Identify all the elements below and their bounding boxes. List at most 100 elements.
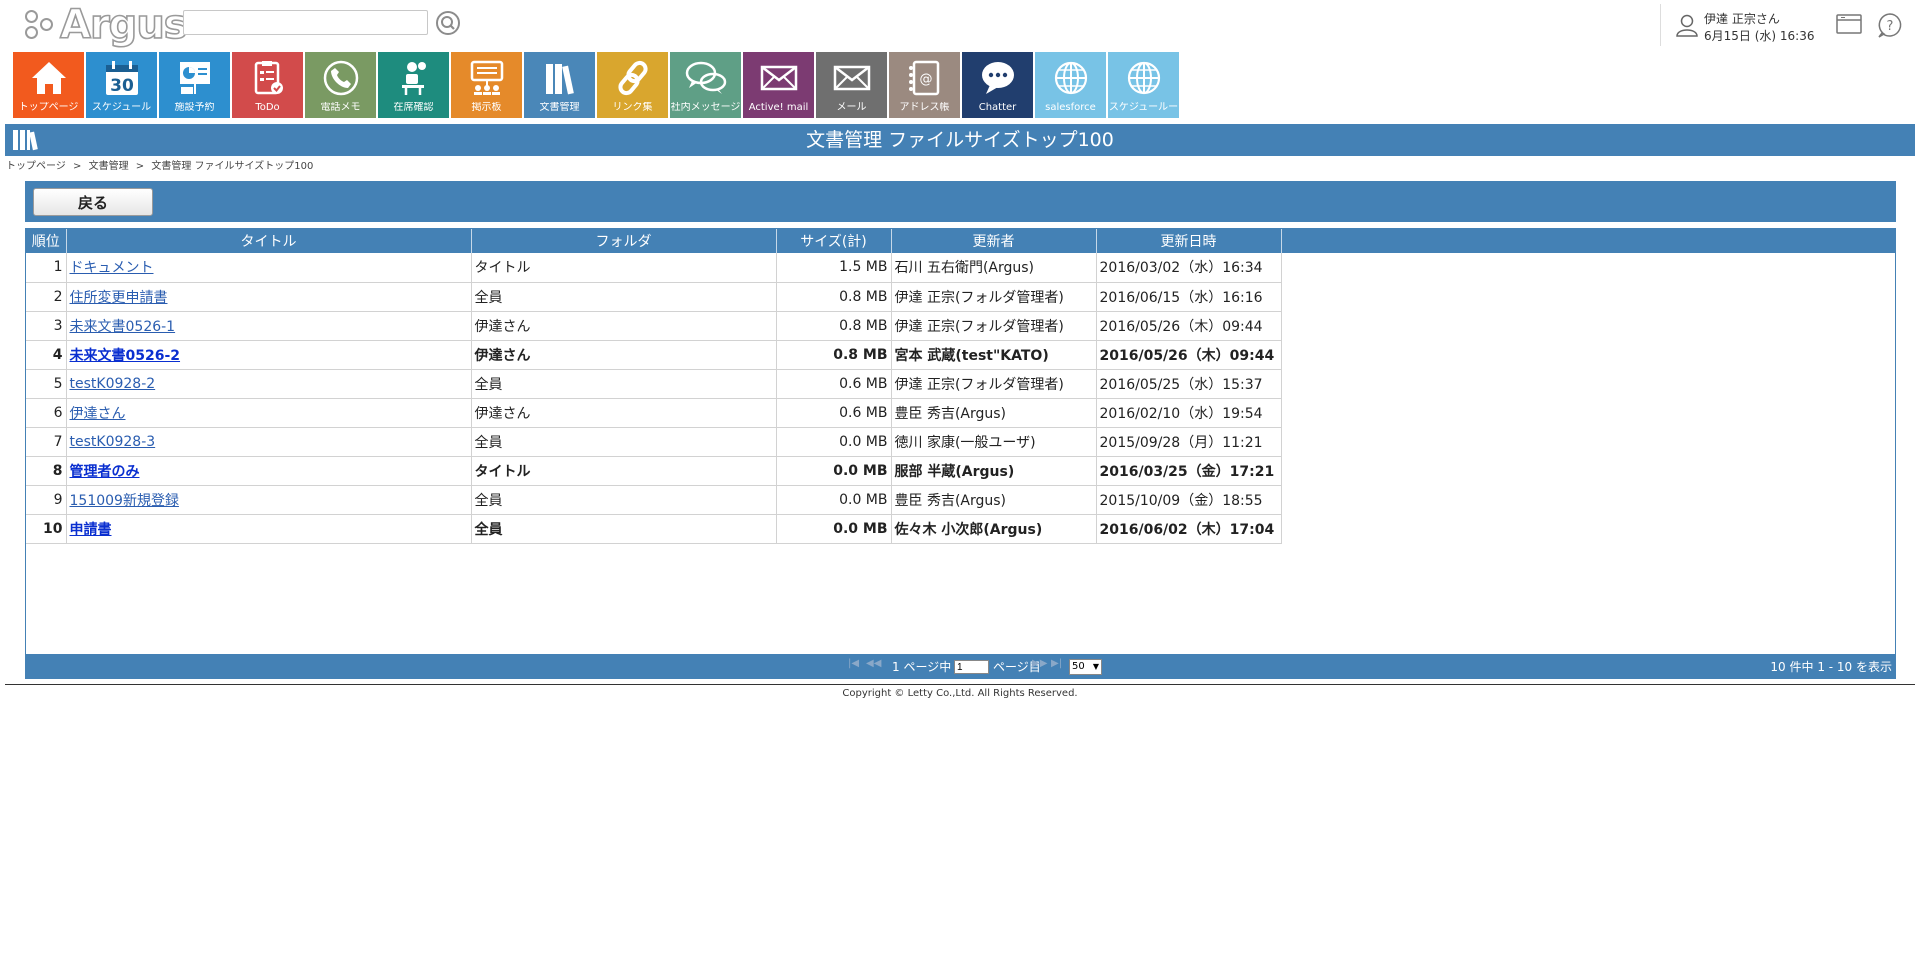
search-input[interactable] — [183, 10, 428, 35]
table-body: 1 ドキュメント タイトル 1.5 MB 石川 五右衛門(Argus) 2016/03/0… — [26, 253, 1282, 544]
app-tile[interactable]: リンク集 — [597, 52, 668, 118]
app-tile[interactable]: 在席確認 — [378, 52, 449, 118]
page-title: 文書管理 ファイルサイズトップ100 — [806, 129, 1114, 151]
app-tile[interactable]: 30 スケジュール — [86, 52, 157, 118]
cell-folder: 全員 — [471, 282, 777, 312]
document-link[interactable]: 管理者のみ — [70, 464, 140, 480]
current-datetime: 6月15日 (水) 16:36 — [1704, 29, 1815, 43]
document-link[interactable]: 申請書 — [70, 522, 112, 538]
app-tile-label: 電話メモ — [320, 102, 361, 113]
cell-updated: 2016/03/02（水）16:34 — [1096, 253, 1282, 283]
column-header-rank[interactable]: 順位 — [26, 229, 67, 253]
cell-title: testK0928-3 — [66, 427, 472, 457]
cell-updater: 石川 五右衛門(Argus) — [891, 253, 1097, 283]
breadcrumb-top[interactable]: トップページ — [6, 161, 66, 172]
presence-icon — [378, 56, 449, 100]
table-row: 7 testK0928-3 全員 0.0 MB 徳川 家康(一般ユーザ) 2015/09/… — [26, 427, 1282, 457]
cell-size: 0.0 MB — [776, 456, 892, 486]
document-link[interactable]: 住所変更申請書 — [70, 290, 168, 306]
calendar-icon: 30 — [86, 56, 157, 100]
search-icon — [436, 11, 460, 35]
column-header-updater[interactable]: 更新者 — [891, 229, 1097, 253]
search-button[interactable] — [435, 10, 463, 36]
app-tile[interactable]: 電話メモ — [305, 52, 376, 118]
app-tile[interactable]: スケジュールー — [1108, 52, 1179, 118]
chevron-down-icon: ▼ — [1092, 662, 1099, 671]
column-header-updated[interactable]: 更新日時 — [1096, 229, 1282, 253]
app-tile-label: スケジュールー — [1108, 102, 1179, 113]
app-tile[interactable]: 施設予約 — [159, 52, 230, 118]
user-info[interactable]: 伊達 正宗さん 6月15日 (水) 16:36 — [1660, 4, 1820, 46]
cell-rank: 7 — [26, 427, 67, 457]
toolbar: 戻る — [25, 181, 1896, 222]
cell-title: 伊達さん — [66, 398, 472, 428]
cell-size: 0.6 MB — [776, 369, 892, 399]
table-row: 3 未来文書0526-1 伊達さん 0.8 MB 伊達 正宗(フォルダ管理者) 2016/… — [26, 311, 1282, 341]
cell-folder: 伊達さん — [471, 340, 777, 370]
column-header-size[interactable]: サイズ(計) — [776, 229, 892, 253]
cell-title: 未来文書0526-2 — [66, 340, 472, 370]
cell-updater: 豊臣 秀吉(Argus) — [891, 398, 1097, 428]
last-page-button[interactable]: ▶| — [1051, 658, 1062, 669]
first-page-button[interactable]: |◀ — [848, 658, 859, 669]
help-icon[interactable]: ? — [1876, 11, 1904, 39]
breadcrumb-documents[interactable]: 文書管理 — [89, 161, 129, 172]
cell-updated: 2016/03/25（金）17:21 — [1096, 456, 1282, 486]
cell-folder: タイトル — [471, 253, 777, 283]
document-link[interactable]: 未来文書0526-2 — [70, 348, 181, 364]
next-page-button[interactable]: ▶▶ — [1032, 658, 1047, 669]
app-launcher: トップページ 30 スケジュール 施設予約 ToDo 電話メモ 在席確認 掲示板 文書管理 リンク… — [13, 52, 1181, 118]
page-number-input[interactable] — [954, 660, 989, 674]
page-size-select[interactable]: 50 ▼ — [1069, 659, 1102, 675]
document-link[interactable]: 151009新規登録 — [70, 493, 179, 509]
column-header-folder[interactable]: フォルダ — [471, 229, 777, 253]
chat-bubbles-icon — [670, 56, 741, 100]
header: Argus 伊達 正宗さん 6月15日 (水) 16:36 ? — [0, 0, 1920, 50]
cell-size: 0.6 MB — [776, 398, 892, 428]
home-icon — [13, 56, 84, 100]
cell-size: 0.8 MB — [776, 340, 892, 370]
cell-updater: 宮本 武蔵(test"KATO) — [891, 340, 1097, 370]
cell-folder: 全員 — [471, 427, 777, 457]
document-link[interactable]: testK0928-3 — [70, 434, 156, 450]
pager-summary: 10 件中 1 - 10 を表示 — [1770, 660, 1892, 674]
app-tile-label: 掲示板 — [471, 102, 502, 113]
cell-rank: 10 — [26, 514, 67, 544]
argus-logo[interactable]: Argus — [24, 3, 188, 47]
envelope-icon — [743, 56, 814, 100]
file-size-grid: 順位 タイトル フォルダ サイズ(計) 更新者 更新日時 1 ドキュメント タイトル… — [25, 228, 1896, 679]
app-tile[interactable]: メール — [816, 52, 887, 118]
cell-title: ドキュメント — [66, 253, 472, 283]
document-link[interactable]: testK0928-2 — [70, 376, 156, 392]
cell-updater: 佐々木 小次郎(Argus) — [891, 514, 1097, 544]
document-link[interactable]: ドキュメント — [70, 260, 154, 276]
logo-mark-icon — [24, 8, 58, 42]
app-tile[interactable]: @ アドレス帳 — [889, 52, 960, 118]
prev-page-button[interactable]: ◀◀ — [866, 658, 881, 669]
app-tile[interactable]: ToDo — [232, 52, 303, 118]
column-header-title[interactable]: タイトル — [66, 229, 472, 253]
phone-icon — [305, 56, 376, 100]
app-tile-label: 社内メッセージ — [670, 102, 741, 113]
back-button[interactable]: 戻る — [33, 188, 153, 216]
document-link[interactable]: 伊達さん — [70, 406, 126, 422]
document-link[interactable]: 未来文書0526-1 — [70, 319, 176, 335]
cell-title: 住所変更申請書 — [66, 282, 472, 312]
app-tile[interactable]: 文書管理 — [524, 52, 595, 118]
app-tile[interactable]: salesforce — [1035, 52, 1106, 118]
cell-updated: 2016/02/10（水）19:54 — [1096, 398, 1282, 428]
app-tile[interactable]: Active! mail — [743, 52, 814, 118]
table-row: 9 151009新規登録 全員 0.0 MB 豊臣 秀吉(Argus) 2015/10/0… — [26, 485, 1282, 515]
app-tile[interactable]: 掲示板 — [451, 52, 522, 118]
app-tile-label: 施設予約 — [174, 102, 215, 113]
globe-icon — [1108, 56, 1179, 100]
cell-updated: 2016/06/15（水）16:16 — [1096, 282, 1282, 312]
app-tile[interactable]: Chatter — [962, 52, 1033, 118]
cell-updater: 服部 半蔵(Argus) — [891, 456, 1097, 486]
page-size-value: 50 — [1072, 661, 1085, 672]
app-tile[interactable]: トップページ — [13, 52, 84, 118]
cell-updated: 2016/06/02（木）17:04 — [1096, 514, 1282, 544]
cell-size: 0.0 MB — [776, 427, 892, 457]
app-tile[interactable]: 社内メッセージ — [670, 52, 741, 118]
window-icon[interactable] — [1835, 12, 1863, 36]
